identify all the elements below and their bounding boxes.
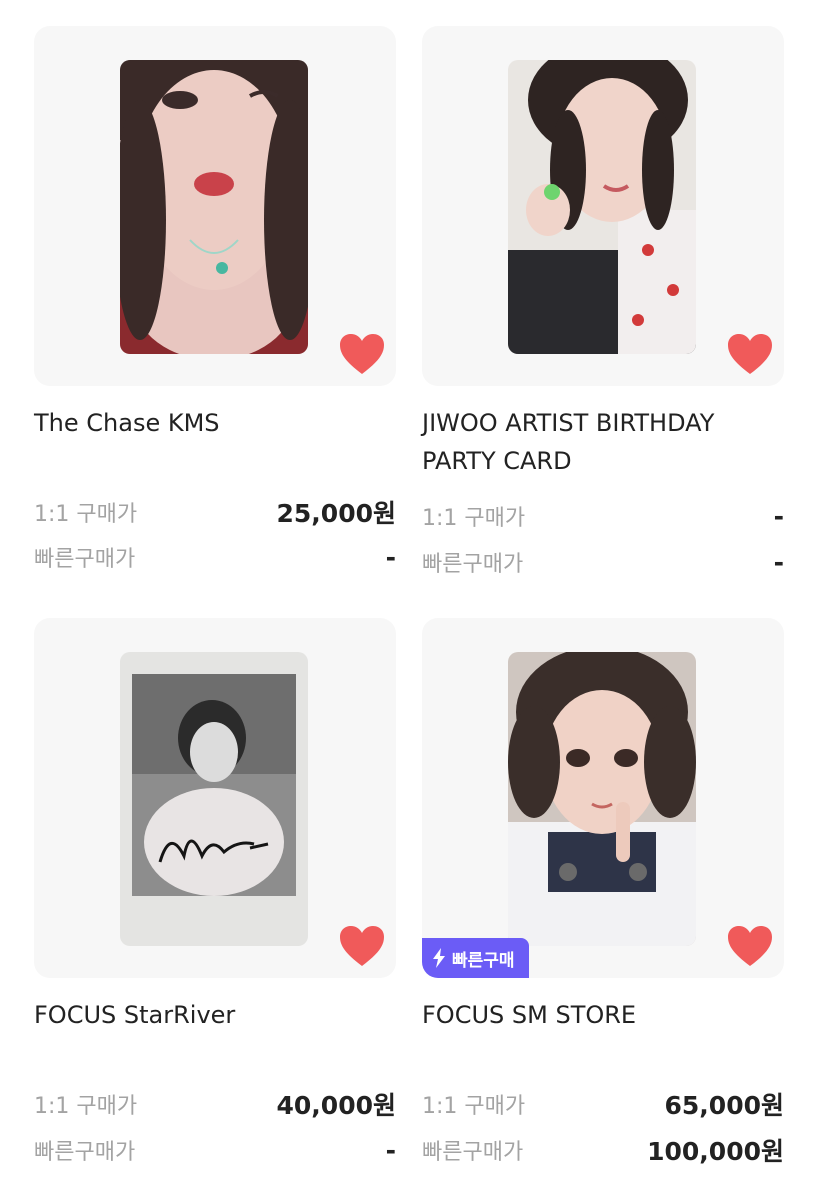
product-title[interactable]: FOCUS StarRiver	[34, 996, 396, 1034]
product-photo	[120, 652, 308, 946]
price-1to1-label: 1:1 구매가	[422, 1094, 526, 1119]
product-card[interactable]: The Chase KMS 1:1 구매가 25,000원 빠른구매가 -	[34, 26, 396, 572]
price-row-1to1: 1:1 구매가 65,000원	[422, 1084, 784, 1124]
product-title[interactable]: The Chase KMS	[34, 404, 396, 442]
product-card[interactable]: JIWOO ARTIST BIRTHDAY PARTY CARD 1:1 구매가…	[422, 26, 784, 577]
price-row-quick: 빠른구매가 100,000원	[422, 1130, 784, 1170]
quick-price-value: -	[773, 547, 784, 577]
like-button[interactable]	[726, 332, 774, 376]
heart-icon	[340, 334, 384, 374]
price-row-1to1: 1:1 구매가 25,000원	[34, 492, 396, 532]
product-card[interactable]: 빠른구매 FOCUS SM STORE 1:1 구매가 65,000원 빠른구매…	[422, 618, 784, 1166]
product-title[interactable]: JIWOO ARTIST BIRTHDAY PARTY CARD	[422, 404, 784, 480]
quick-price-value: 100,000원	[647, 1137, 784, 1166]
product-photo	[508, 652, 696, 946]
lightning-icon	[433, 948, 445, 968]
product-grid: The Chase KMS 1:1 구매가 25,000원 빠른구매가 - JI…	[0, 0, 816, 1200]
product-thumbnail[interactable]: 빠른구매	[422, 618, 784, 978]
quick-price-value: -	[385, 1135, 396, 1165]
like-button[interactable]	[338, 332, 386, 376]
price-1to1-value: -	[773, 501, 784, 531]
product-thumbnail[interactable]	[422, 26, 784, 386]
quick-price-value: -	[385, 542, 396, 572]
price-1to1-label: 1:1 구매가	[34, 502, 138, 527]
price-row-1to1: 1:1 구매가 40,000원	[34, 1084, 396, 1124]
heart-icon	[728, 334, 772, 374]
product-thumbnail[interactable]	[34, 618, 396, 978]
product-thumbnail[interactable]	[34, 26, 396, 386]
heart-icon	[728, 926, 772, 966]
quick-buy-badge-label: 빠른구매	[452, 950, 515, 971]
price-1to1-value: 65,000원	[664, 1091, 784, 1120]
price-row-quick: 빠른구매가 -	[34, 537, 396, 577]
product-card[interactable]: FOCUS StarRiver 1:1 구매가 40,000원 빠른구매가 -	[34, 618, 396, 1165]
product-title[interactable]: FOCUS SM STORE	[422, 996, 784, 1034]
price-1to1-label: 1:1 구매가	[422, 506, 526, 531]
quick-price-label: 빠른구매가	[34, 547, 136, 572]
like-button[interactable]	[726, 924, 774, 968]
price-row-1to1: 1:1 구매가 -	[422, 496, 784, 536]
quick-price-label: 빠른구매가	[422, 1140, 524, 1165]
price-1to1-value: 25,000원	[276, 499, 396, 528]
heart-icon	[340, 926, 384, 966]
quick-buy-badge: 빠른구매	[422, 938, 529, 978]
price-1to1-label: 1:1 구매가	[34, 1094, 138, 1119]
quick-price-label: 빠른구매가	[422, 552, 524, 577]
product-photo	[120, 60, 308, 354]
price-row-quick: 빠른구매가 -	[422, 542, 784, 582]
quick-price-label: 빠른구매가	[34, 1140, 136, 1165]
like-button[interactable]	[338, 924, 386, 968]
price-row-quick: 빠른구매가 -	[34, 1130, 396, 1170]
product-photo	[508, 60, 696, 354]
price-1to1-value: 40,000원	[276, 1091, 396, 1120]
